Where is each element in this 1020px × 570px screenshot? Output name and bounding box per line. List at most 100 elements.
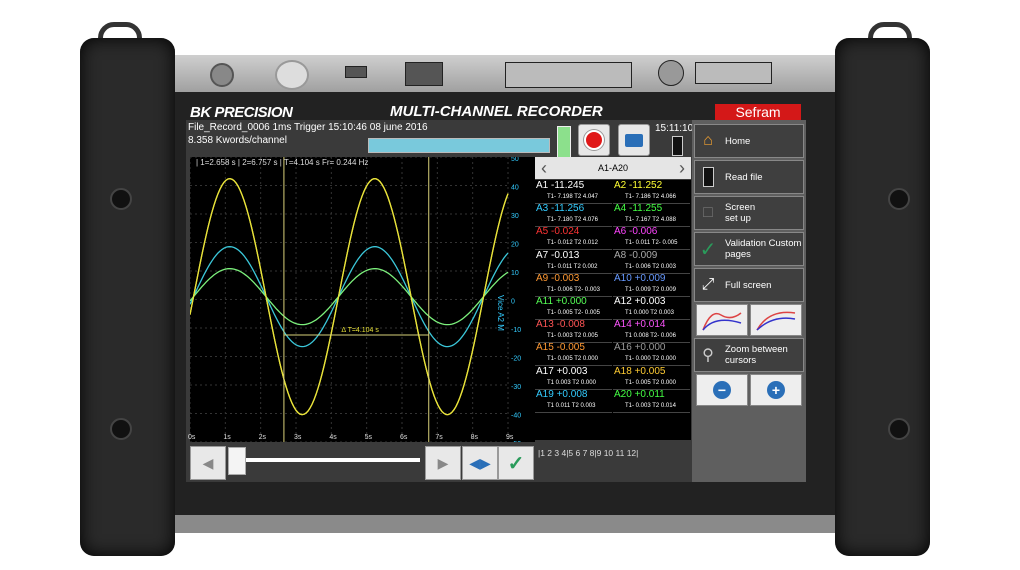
channel-cell-a12[interactable]: A12 +0.003 T1 0.000 T2 0.003 <box>613 296 690 320</box>
channel-value: A6 -0.006 <box>614 226 658 238</box>
screenshot-button[interactable] <box>618 124 650 156</box>
x-tick-label: 0s <box>188 434 196 441</box>
channel-stats: T1- 0.003 T2 0.005 <box>547 333 598 340</box>
y-tick-label: -30 <box>511 384 521 391</box>
channel-cell-a15[interactable]: A15 -0.005 T1- 0.005 T2 0.000 <box>535 342 612 367</box>
channel-value: A3 -11.256 <box>536 203 585 215</box>
channel-stats: T1- 0.011 T2 0.002 <box>547 263 598 270</box>
y-tick-label: 40 <box>511 185 519 192</box>
brand-logo: BK PRECISION <box>190 104 293 121</box>
channel-stats: T1- 0.006 T2 0.003 <box>625 263 676 270</box>
channel-cell-a1[interactable]: A1 -11.245 T1- 7.198 T2 4.047 <box>535 180 612 204</box>
x-tick-label: 5s <box>364 434 373 441</box>
channel-cell-a7[interactable]: A7 -0.013 T1- 0.011 T2 0.002 <box>535 250 612 274</box>
channel-value: A19 +0.008 <box>536 388 588 400</box>
usb-stick-icon <box>695 164 721 190</box>
zoom-label-2: cursors <box>725 355 757 366</box>
bnc-connector-icon <box>658 60 684 86</box>
channel-value: A7 -0.013 <box>536 249 580 261</box>
channel-value: A9 -0.003 <box>536 272 580 284</box>
y-tick-label: 0 <box>511 299 515 306</box>
record-button[interactable] <box>578 124 610 156</box>
x-tick-label: 6s <box>400 434 408 441</box>
channel-stats: T1- 0.003 T2 0.014 <box>625 402 676 409</box>
channel-stats: T1- 0.005 T2 0.000 <box>547 356 598 363</box>
zoom-between-cursors-button[interactable]: ⚲ Zoom between cursors <box>694 338 804 372</box>
channel-cell-a17[interactable]: A17 +0.003 T1 0.003 T2 0.000 <box>535 366 612 390</box>
cursor-readout: | 1=2.658 s | 2=6.757 s | T=4.104 s Fr= … <box>196 158 369 167</box>
channel-cell-a20[interactable]: A20 +0.011 T1- 0.003 T2 0.014 <box>613 389 690 413</box>
channel-stats: T1- 7.167 T2 4.088 <box>625 217 676 224</box>
chevron-left-icon[interactable]: ‹ <box>535 158 553 179</box>
channel-cell-a14[interactable]: A14 +0.014 T1 0.008 T2- 0.006 <box>613 319 690 344</box>
zoom-out-button[interactable]: − <box>696 374 748 406</box>
zoom-label-1: Zoom between <box>725 344 788 355</box>
channel-cell-a4[interactable]: A4 -11.255 T1- 7.167 T2 4.088 <box>613 203 690 228</box>
zoom-preset-1-button[interactable] <box>696 304 748 336</box>
confirm-button[interactable]: ✓ <box>498 446 534 480</box>
channel-cell-a13[interactable]: A13 -0.008 T1- 0.003 T2 0.005 <box>535 319 612 344</box>
fullscreen-icon: ⤢ <box>701 276 715 293</box>
channel-stats: T1- 0.000 T2 0.000 <box>625 356 676 363</box>
zoom-preset-1-icon <box>702 312 742 331</box>
home-button[interactable]: ⌂ Home <box>694 124 804 158</box>
channel-value: A2 -11.252 <box>614 180 663 191</box>
memory-progress-bar <box>368 138 550 153</box>
expand-horizontal-button[interactable]: ◀▶ <box>462 446 498 480</box>
channel-value: A10 +0.009 <box>614 272 666 284</box>
read-file-button[interactable]: Read file <box>694 160 804 194</box>
chevron-right-icon[interactable]: › <box>673 158 691 179</box>
channel-stats: T1- 7.198 T2 4.047 <box>547 194 598 200</box>
y-tick-label: 30 <box>511 213 519 220</box>
zoom-in-button[interactable]: + <box>750 374 802 406</box>
battery-icon <box>557 126 571 158</box>
kwords-info: 8.358 Kwords/channel <box>188 135 287 146</box>
channel-value: A12 +0.003 <box>614 296 666 307</box>
channel-value: A18 +0.005 <box>614 365 666 377</box>
channel-stats: T1- 0.011 T2- 0.005 <box>625 240 678 247</box>
y-axis-label: Vice A2 M <box>496 295 505 331</box>
channel-stats: T1 0.008 T2- 0.006 <box>625 333 676 340</box>
zoom-preset-2-icon <box>756 311 796 331</box>
zoom-preset-2-button[interactable] <box>750 304 802 336</box>
channel-stats: T1- 0.005 T2- 0.005 <box>547 310 600 316</box>
scroll-right-button[interactable]: ▶ <box>425 446 461 480</box>
page-selector[interactable]: |1 2 3 4|5 6 7 8|9 10 11 12| <box>538 448 638 458</box>
channel-value: A1 -11.245 <box>536 180 585 191</box>
x-tick-label: 7s <box>435 434 443 441</box>
channel-cell-a18[interactable]: A18 +0.005 T1- 0.005 T2 0.000 <box>613 366 690 390</box>
full-screen-button[interactable]: ⤢ Full screen <box>694 268 804 302</box>
power-connector-icon <box>210 63 234 87</box>
waveform-plot[interactable]: 50 40 30 20 10 0 -10 -20 -30 -40 -50 Δ T=4.104 s <box>190 157 535 442</box>
time-slider-track[interactable] <box>230 458 420 462</box>
magnifier-icon: ⚲ <box>702 347 714 364</box>
sefram-logo: Sefram <box>715 104 801 120</box>
channel-stats: T1- 0.012 T2 0.012 <box>547 240 598 247</box>
validation-label-1: Validation Custom <box>725 238 802 249</box>
screen-setup-label-2: set up <box>725 213 751 224</box>
channel-cell-a5[interactable]: A5 -0.024 T1- 0.012 T2 0.012 <box>535 226 612 251</box>
channel-cell-a8[interactable]: A8 -0.009 T1- 0.006 T2 0.003 <box>613 250 690 274</box>
bolt-icon <box>110 418 132 440</box>
bolt-icon <box>888 418 910 440</box>
channel-cell-a19[interactable]: A19 +0.008 T1 0.011 T2 0.003 <box>535 389 612 413</box>
channel-cell-a3[interactable]: A3 -11.256 T1- 7.180 T2 4.076 <box>535 203 612 228</box>
scroll-left-button[interactable]: ◀ <box>190 446 226 480</box>
channel-stats: T1- 0.009 T2 0.009 <box>625 286 676 293</box>
validation-custom-pages-button[interactable]: ✓ Validation Custom pages <box>694 232 804 266</box>
checkmark-icon: ✓ <box>507 452 525 475</box>
channel-cell-a10[interactable]: A10 +0.009 T1- 0.009 T2 0.009 <box>613 273 690 297</box>
channel-cell-a11[interactable]: A11 +0.000 T1- 0.005 T2- 0.005 <box>535 296 612 320</box>
y-tick-label: -40 <box>511 413 521 420</box>
channel-cell-a2[interactable]: A2 -11.252 T1- 7.186 T2 4.066 <box>613 180 690 204</box>
time-slider-handle[interactable] <box>228 447 246 475</box>
channel-cell-a6[interactable]: A6 -0.006 T1- 0.011 T2- 0.005 <box>613 226 690 251</box>
x-tick-label: 1s <box>223 434 231 441</box>
y-tick-label: 10 <box>511 270 519 277</box>
power-button[interactable] <box>275 60 309 90</box>
channel-cell-a16[interactable]: A16 +0.000 T1- 0.000 T2 0.000 <box>613 342 690 367</box>
channel-value: A15 -0.005 <box>536 342 585 354</box>
screen-setup-button[interactable]: □ Screen set up <box>694 196 804 230</box>
usb-port-icon <box>345 66 367 78</box>
channel-cell-a9[interactable]: A9 -0.003 T1- 0.006 T2- 0.003 <box>535 273 612 297</box>
